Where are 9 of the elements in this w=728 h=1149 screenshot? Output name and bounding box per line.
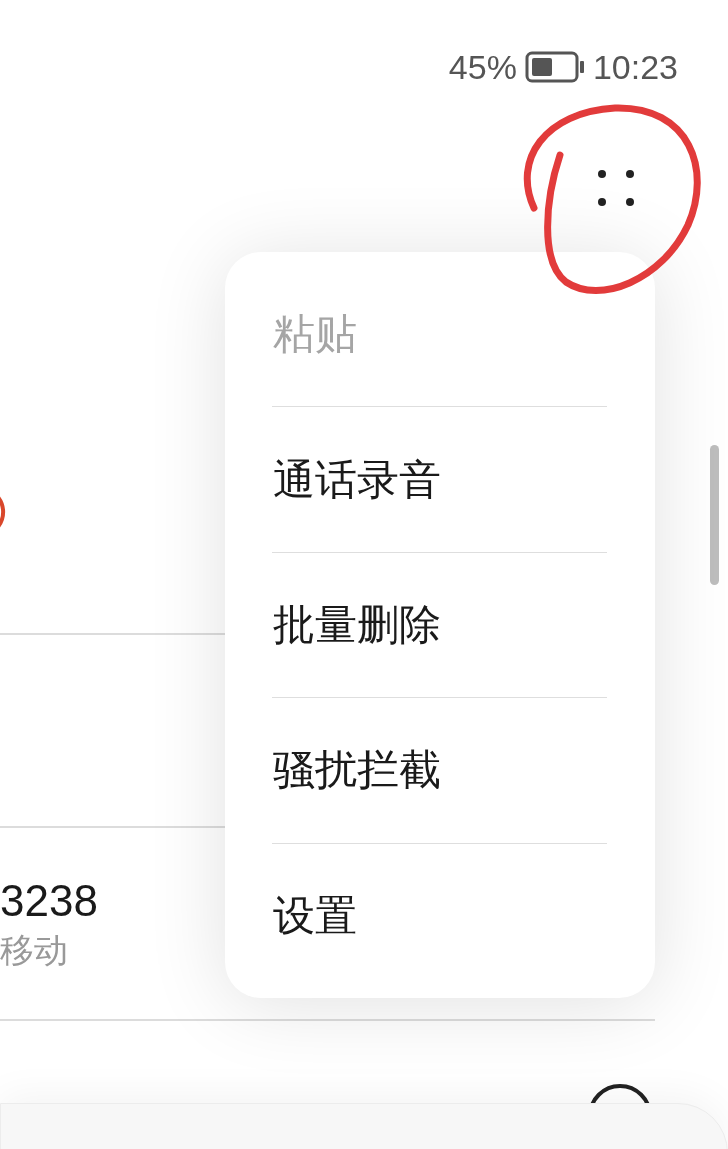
battery-percent: 45% xyxy=(448,47,517,87)
carrier-label: 移动 xyxy=(0,928,68,972)
phone-number: 3238 xyxy=(0,875,98,927)
clock-time: 10:23 xyxy=(592,47,678,87)
menu-item[interactable]: 设置 xyxy=(225,843,655,989)
menu-item[interactable]: 骚扰拦截 xyxy=(225,698,655,843)
menu-item[interactable]: 通话录音 xyxy=(225,407,655,552)
battery-icon xyxy=(524,51,585,83)
menu-item[interactable]: 批量删除 xyxy=(225,552,655,698)
